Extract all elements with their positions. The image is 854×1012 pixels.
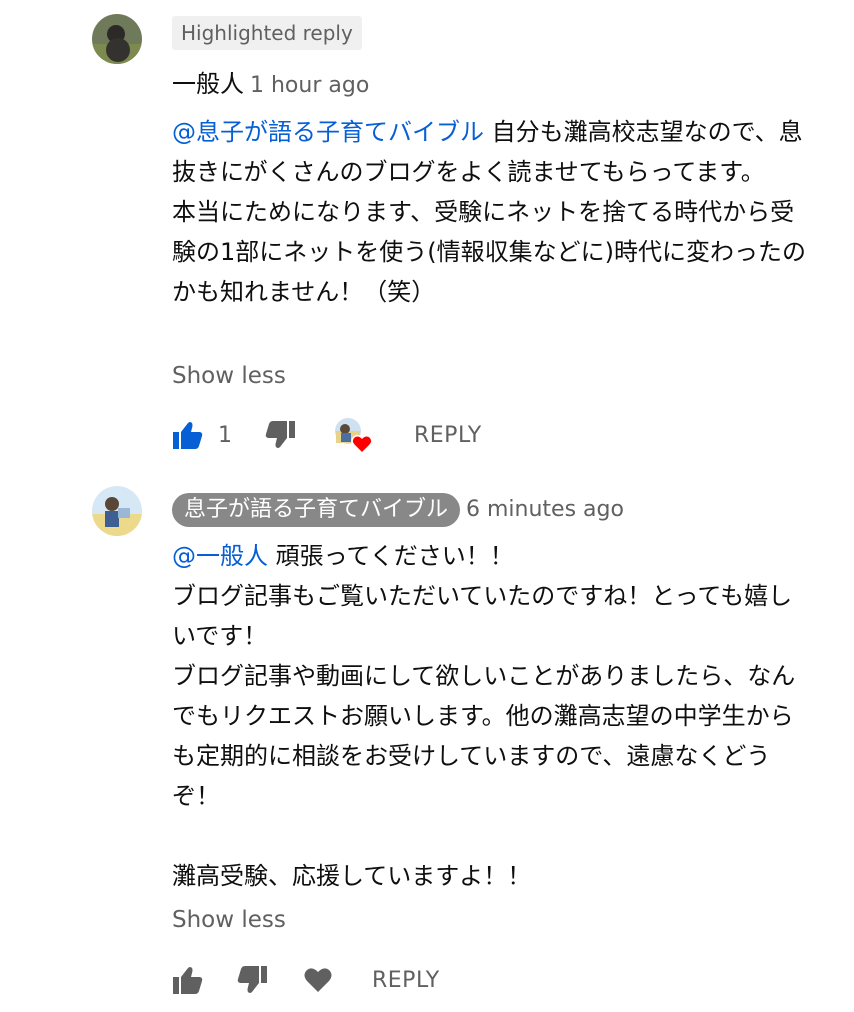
comment-2-body: @一般人 頑張ってください！！ ブログ記事もご覧いただいていたのですね！とっても… <box>172 536 812 896</box>
comment-body: 頑張ってください！！ ブログ記事もご覧いただいていたのですね！とっても嬉しいです… <box>172 542 796 890</box>
show-less-button[interactable]: Show less <box>172 907 286 933</box>
show-less-button[interactable]: Show less <box>172 363 286 389</box>
comment-time[interactable]: 1 hour ago <box>250 73 369 98</box>
comment-2-actions: REPLY <box>172 960 440 1000</box>
reply-button[interactable]: REPLY <box>372 968 440 993</box>
comment-1: Highlighted reply <box>172 16 812 50</box>
comment-2-header: 息子が語る子育てバイブル 6 minutes ago <box>172 490 812 528</box>
reply-button[interactable]: REPLY <box>414 423 482 448</box>
comment-text: @一般人 頑張ってください！！ ブログ記事もご覧いただいていたのですね！とっても… <box>172 536 812 896</box>
comment-1-show-less: Show less <box>172 360 812 392</box>
like-count: 1 <box>218 422 232 448</box>
comment-1-actions: 1 REPLY <box>172 415 482 455</box>
avatar[interactable] <box>92 486 142 536</box>
like-button[interactable] <box>172 964 204 996</box>
thumb-down-icon <box>237 966 267 993</box>
comment-1-body: @息子が語る子育てバイブル 自分も灘高校志望なので、息抜きにがくさんのブログをよ… <box>172 112 812 312</box>
highlighted-reply-badge: Highlighted reply <box>172 16 362 50</box>
comment-2-show-less: Show less <box>172 904 812 936</box>
comment-author[interactable]: 一般人 <box>172 70 244 98</box>
avatar-image <box>92 14 142 64</box>
thumb-up-filled-icon <box>173 422 203 449</box>
heart-icon <box>304 968 332 992</box>
comment-1-header: 一般人 1 hour ago <box>172 66 812 104</box>
comment-text: @息子が語る子育てバイブル 自分も灘高校志望なので、息抜きにがくさんのブログをよ… <box>172 112 812 312</box>
dislike-button[interactable] <box>264 419 296 451</box>
mention-link[interactable]: @息子が語る子育てバイブル <box>172 118 484 146</box>
comment-body: 自分も灘高校志望なので、息抜きにがくさんのブログをよく読ませてもらってます。 本… <box>172 118 806 306</box>
creator-heart-icon <box>335 418 373 455</box>
like-button[interactable] <box>172 419 204 451</box>
creator-heart-badge <box>332 415 374 455</box>
mention-link[interactable]: @一般人 <box>172 542 268 570</box>
dislike-button[interactable] <box>236 964 268 996</box>
thumb-up-icon <box>173 967 203 994</box>
avatar[interactable] <box>92 14 142 64</box>
comment-time[interactable]: 6 minutes ago <box>466 497 624 522</box>
heart-button[interactable] <box>302 964 334 996</box>
thumb-down-icon <box>265 421 295 448</box>
avatar-image <box>92 486 142 536</box>
comment-author-creator[interactable]: 息子が語る子育てバイブル <box>172 493 461 527</box>
